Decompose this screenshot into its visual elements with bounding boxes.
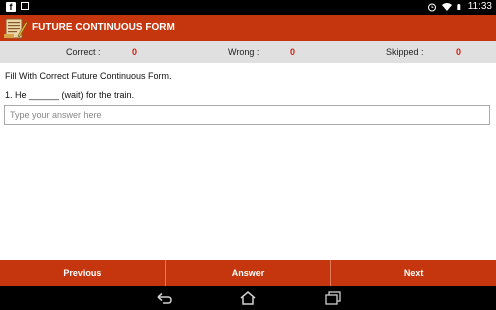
correct-label: Correct : [66,47,101,57]
correct-count: 0 [132,47,138,57]
previous-button[interactable]: Previous [0,260,166,286]
facebook-icon: f [6,2,16,12]
action-bar: FUTURE CONTINUOUS FORM [0,15,496,41]
back-icon[interactable] [155,290,173,306]
score-bar: Correct : 0 Wrong : 0 Skipped : 0 [0,41,496,63]
status-time: 11:33 [467,1,492,12]
wifi-icon [441,2,452,11]
skipped-label: Skipped : [386,47,424,57]
home-icon[interactable] [239,290,257,306]
page-title: FUTURE CONTINUOUS FORM [32,22,175,33]
next-button[interactable]: Next [331,260,496,286]
bottom-bar: Previous Answer Next [0,260,496,286]
battery-icon [457,3,461,10]
answer-button[interactable]: Answer [166,260,332,286]
alarm-icon [427,3,436,11]
wrong-count: 0 [290,47,296,57]
question-text: 1. He ______ (wait) for the train. [5,90,135,100]
instruction-text: Fill With Correct Future Continuous Form… [5,71,172,81]
image-icon [21,2,29,10]
navigation-bar [0,286,496,310]
wrong-label: Wrong : [228,47,260,57]
answer-input[interactable] [4,105,490,125]
skipped-count: 0 [456,47,462,57]
app-logo-icon[interactable] [4,16,28,40]
recents-icon[interactable] [324,290,342,306]
status-bar: f 11:33 [0,0,496,15]
